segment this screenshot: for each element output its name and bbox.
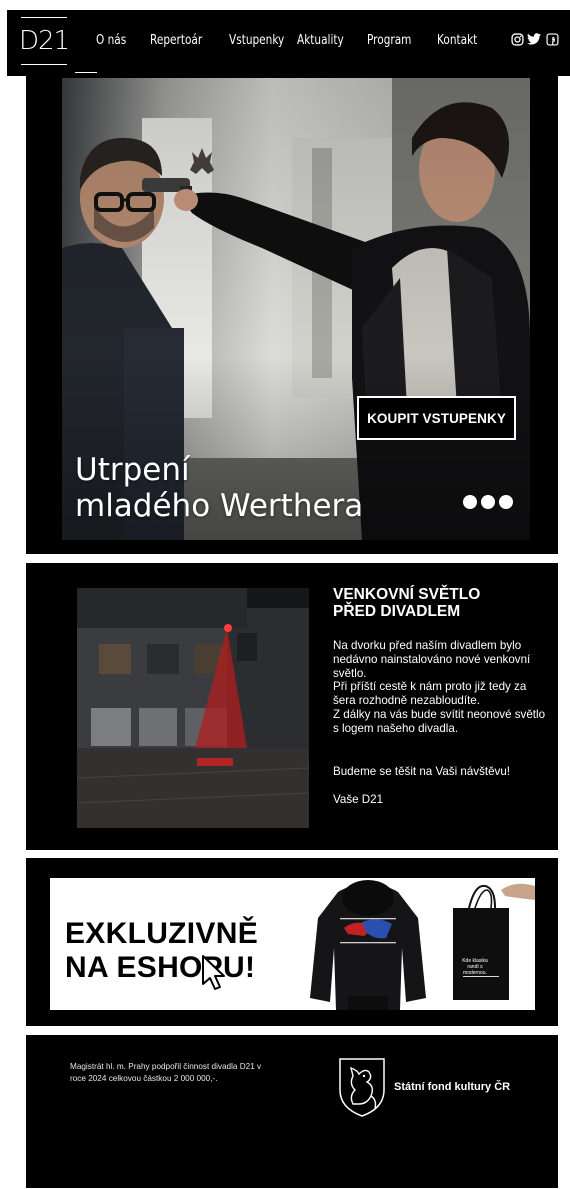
outdoor-light-photo (77, 588, 309, 828)
news-body: Na dvorku před naším divadlem bylo nedáv… (333, 639, 548, 736)
news-title[interactable]: VENKOVNÍ SVĚTLO PŘED DIVADLEM (333, 586, 543, 620)
hero-section: KOUPIT VSTUPENKY Utrpení mladého Werther… (26, 76, 558, 554)
news-body-text: Na dvorku před naším divadlem bylo nedáv… (333, 639, 546, 735)
news-section: VENKOVNÍ SVĚTLO PŘED DIVADLEM Na dvorku … (26, 563, 558, 850)
hero-show-title[interactable]: Utrpení mladého Werthera (75, 452, 435, 524)
eshop-section: EXKLUZIVNĚ NA ESHOPU! Kde klasika randí … (26, 858, 558, 1026)
state-culture-fund-label[interactable]: Státní fond kultury ČR (394, 1081, 510, 1093)
active-nav-indicator (75, 72, 97, 73)
hero-title-line2: mladého Werthera (75, 488, 364, 524)
nav-item-kontakt[interactable]: Kontakt (437, 32, 477, 48)
twitter-icon[interactable] (527, 32, 541, 46)
hero-title-line1: Utrpení (75, 452, 190, 488)
pointer-cursor-icon (202, 955, 225, 990)
slider-dot[interactable] (499, 495, 513, 509)
news-greeting: Budeme se těšit na Vaši návštěvu! (333, 765, 511, 778)
nav-item-aktuality[interactable]: Aktuality (297, 32, 344, 48)
hoodie-product-image (310, 880, 426, 1010)
buy-tickets-button[interactable]: KOUPIT VSTUPENKY (357, 396, 516, 440)
nav-item-program[interactable]: Program (367, 32, 411, 48)
d21-logo[interactable]: D21 (19, 17, 70, 65)
slider-dots (463, 495, 513, 509)
footer: Magistrát hl. m. Prahy podpořil činnost … (26, 1035, 558, 1188)
nav-item-o-nas[interactable]: O nás (96, 32, 126, 48)
tote-bag-product-image (453, 883, 535, 1000)
nav-item-vstupenky[interactable]: Vstupenky (229, 32, 284, 48)
eshop-headline-line1: EXKLUZIVNĚ (65, 917, 259, 950)
czech-lion-crest-icon (339, 1058, 385, 1117)
eshop-banner[interactable]: EXKLUZIVNĚ NA ESHOPU! Kde klasika randí … (50, 878, 535, 1010)
facebook-icon[interactable] (545, 32, 559, 46)
instagram-icon[interactable] (510, 32, 524, 46)
slider-dot[interactable] (463, 495, 477, 509)
slider-dot[interactable] (481, 495, 495, 509)
news-signature: Vaše D21 (333, 793, 384, 806)
city-support-note: Magistrát hl. m. Prahy podpořil činnost … (70, 1062, 262, 1083)
tote-bag-text: Kde klasika randí s modernou. (462, 958, 488, 976)
top-navigation: D21 O nás Repertoár Vstupenky Aktuality … (7, 10, 570, 76)
nav-item-repertoar[interactable]: Repertoár (150, 32, 202, 48)
